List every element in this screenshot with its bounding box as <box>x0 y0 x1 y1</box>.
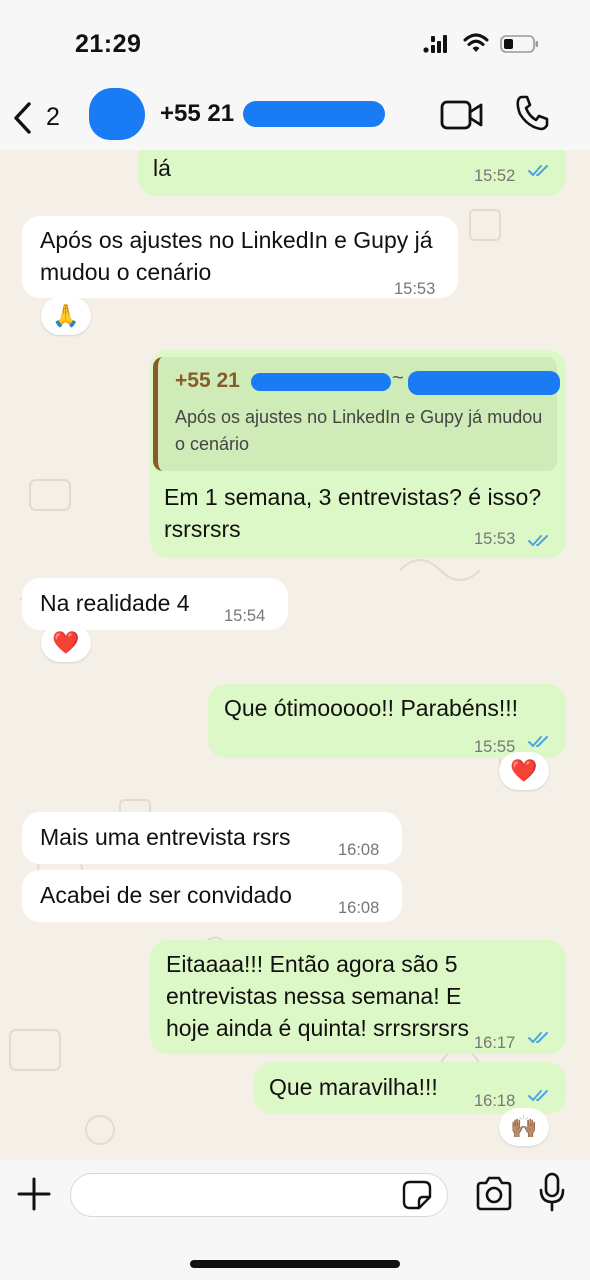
cellular-signal-icon <box>423 35 447 53</box>
message-text: Acabei de ser convidado <box>40 882 292 908</box>
message-bubble-incoming[interactable]: Na realidade 4 15:54 <box>22 578 288 630</box>
message-reaction[interactable]: 🙌🏽 <box>499 1108 549 1146</box>
read-receipt-icon <box>528 165 548 176</box>
message-time: 16:17 <box>474 1034 516 1052</box>
message-time: 15:52 <box>474 167 516 185</box>
contact-avatar[interactable] <box>89 88 145 140</box>
unread-chats-count: 2 <box>46 103 60 131</box>
message-bubble-outgoing[interactable]: Que ótimooooo!! Parabéns!!! 15:55 <box>208 684 566 758</box>
message-time: 16:08 <box>338 841 380 859</box>
status-bar: 21:29 <box>0 0 590 88</box>
message-bubble-incoming[interactable]: Acabei de ser convidado 16:08 <box>22 870 402 922</box>
contact-name[interactable]: +55 21 <box>160 100 234 128</box>
message-text: lá <box>153 155 171 181</box>
message-text: Na realidade 4 <box>40 590 190 616</box>
message-time: 16:08 <box>338 899 380 917</box>
read-receipt-icon <box>528 736 548 747</box>
chevron-left-icon <box>14 102 31 134</box>
phone-icon[interactable] <box>514 94 550 132</box>
battery-icon <box>500 35 538 53</box>
redacted-phone-number <box>251 373 391 391</box>
read-receipt-icon <box>528 1032 548 1043</box>
read-receipt-icon <box>528 1090 548 1101</box>
message-text: Eitaaaa!!! Então agora são 5 entrevistas… <box>166 951 469 1041</box>
quoted-text: Após os ajustes no LinkedIn e Gupy já mu… <box>175 407 543 454</box>
message-text: Após os ajustes no LinkedIn e Gupy já mu… <box>40 227 433 285</box>
redacted-contact-name <box>408 371 560 395</box>
message-time: 15:54 <box>224 607 266 625</box>
message-time: 15:53 <box>394 280 436 298</box>
back-button[interactable]: 2 <box>10 98 72 138</box>
message-text: Mais uma entrevista rsrs <box>40 824 291 850</box>
video-camera-icon[interactable] <box>440 98 484 132</box>
microphone-icon[interactable] <box>538 1172 566 1214</box>
quoted-author: +55 21 <box>175 369 240 392</box>
message-text: Que ótimooooo!! Parabéns!!! <box>224 695 519 721</box>
message-bubble-outgoing[interactable]: lá 15:52 <box>138 150 566 196</box>
quoted-tilde: ~ <box>392 367 404 389</box>
message-bubble-incoming[interactable]: Após os ajustes no LinkedIn e Gupy já mu… <box>22 216 458 298</box>
message-reaction[interactable]: ❤️ <box>499 752 549 790</box>
message-reaction[interactable]: ❤️ <box>41 624 91 662</box>
plus-icon[interactable] <box>16 1176 52 1212</box>
message-list[interactable]: lá 15:52 Após os ajustes no LinkedIn e G… <box>0 150 590 1160</box>
message-bubble-outgoing[interactable]: Eitaaaa!!! Então agora são 5 entrevistas… <box>150 940 566 1054</box>
message-text: Que maravilha!!! <box>269 1074 438 1100</box>
message-reaction[interactable]: 🙏 <box>41 297 91 335</box>
message-input[interactable] <box>70 1173 448 1217</box>
camera-icon[interactable] <box>474 1176 514 1212</box>
message-time: 15:53 <box>474 530 516 548</box>
status-time: 21:29 <box>75 30 142 58</box>
wifi-icon <box>463 33 489 52</box>
composer-bar <box>0 1160 590 1280</box>
sticker-icon[interactable] <box>402 1180 432 1210</box>
redacted-phone-number <box>243 101 385 127</box>
read-receipt-icon <box>528 535 548 546</box>
home-indicator <box>190 1260 400 1268</box>
message-bubble-outgoing[interactable]: Que maravilha!!! 16:18 <box>254 1062 566 1114</box>
quoted-message[interactable]: +55 21 ~ Após os ajustes no LinkedIn e G… <box>153 357 560 471</box>
chat-header: 2 +55 21 <box>0 88 590 150</box>
message-bubble-incoming[interactable]: Mais uma entrevista rsrs 16:08 <box>22 812 402 864</box>
